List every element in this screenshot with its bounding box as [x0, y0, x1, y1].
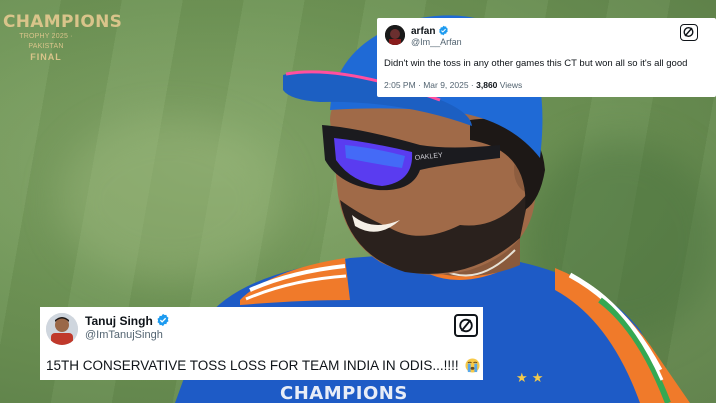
logo-title: CHAMPIONS: [3, 12, 123, 32]
tweet-text: 15TH CONSERVATIVE TOSS LOSS FOR TEAM IND…: [46, 358, 480, 373]
display-name[interactable]: arfan: [411, 26, 435, 37]
x-share-icon[interactable]: [680, 24, 698, 41]
jersey-shoulder-stripe: [240, 258, 350, 305]
display-name-row[interactable]: Tanuj Singh: [85, 313, 170, 328]
share-glyph-icon: [683, 26, 694, 38]
views-count: 3,860: [476, 80, 498, 90]
verified-badge-icon: [439, 25, 449, 36]
user-handle[interactable]: @Im__Arfan: [411, 37, 462, 47]
share-glyph-icon: [459, 318, 473, 333]
tournament-logo: CHAMPIONS TROPHY 2025 · PAKISTAN FINAL: [3, 12, 123, 63]
tweet-timestamp[interactable]: 2:05 PM · Mar 9, 2025 ·: [384, 80, 476, 90]
verified-badge-icon: [157, 313, 169, 327]
x-share-icon[interactable]: [454, 314, 478, 337]
jersey-text: CHAMPIONS: [280, 383, 408, 403]
tweet-card-arfan[interactable]: arfan @Im__Arfan Didn't win the toss in …: [377, 18, 716, 97]
tweet-card-tanuj[interactable]: Tanuj Singh @ImTanujSingh 15TH CONSERVAT…: [40, 307, 483, 380]
svg-text:★ ★: ★ ★: [516, 371, 543, 386]
tweet-meta: 2:05 PM · Mar 9, 2025 · 3,860 Views: [384, 80, 522, 90]
tweet-text: Didn't win the toss in any other games t…: [384, 58, 688, 69]
logo-subtitle: TROPHY 2025 · PAKISTAN: [19, 33, 73, 50]
avatar-image: [385, 25, 405, 45]
logo-stage: FINAL: [30, 52, 62, 62]
display-name[interactable]: Tanuj Singh: [85, 314, 153, 328]
tweet-text-content: 15TH CONSERVATIVE TOSS LOSS FOR TEAM IND…: [46, 358, 459, 373]
avatar[interactable]: [385, 25, 405, 45]
avatar-image: [46, 313, 78, 345]
avatar[interactable]: [46, 313, 78, 345]
user-handle[interactable]: @ImTanujSingh: [85, 329, 163, 341]
views-label: Views: [497, 80, 523, 90]
video-frame: ★ ★ OAKLEY CHAMPIONS CHAMPIONS TROPHY 20…: [0, 0, 716, 403]
sob-emoji-icon: [465, 358, 480, 373]
